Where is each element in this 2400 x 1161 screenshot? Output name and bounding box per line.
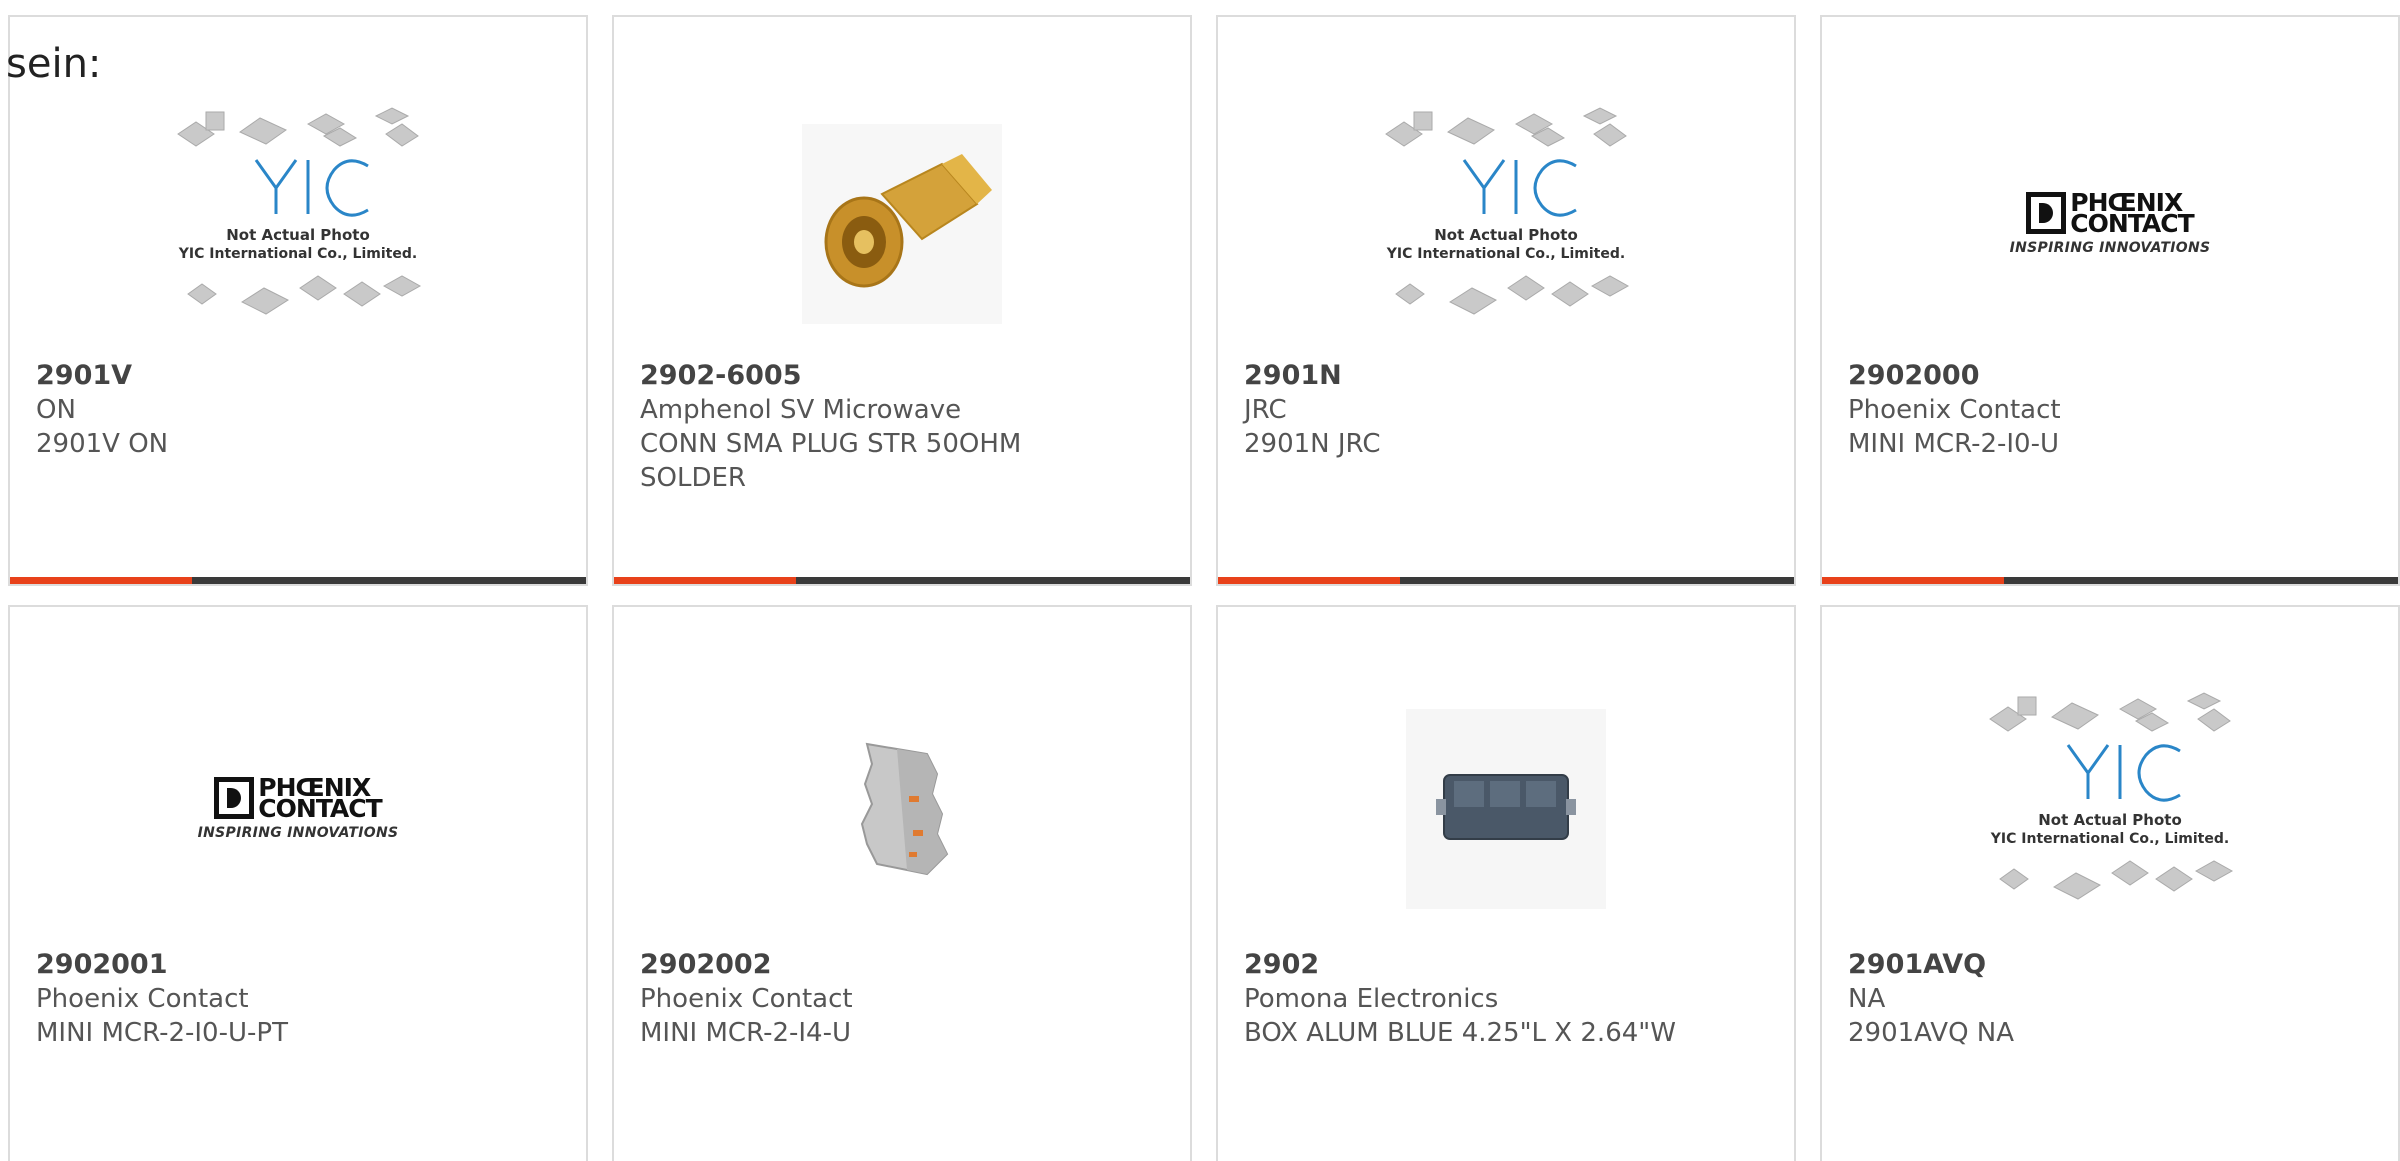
phoenix-logo: PHŒNIX CONTACT INSPIRING INNOVATIONS: [197, 775, 399, 841]
svg-text:YIC International Co., Limited: YIC International Co., Limited.: [178, 246, 417, 262]
manufacturer: Pomona Electronics: [1244, 984, 1499, 1014]
intro-text: sein:: [6, 41, 102, 87]
product-card[interactable]: 2902 Pomona Electronics BOX ALUM BLUE 4.…: [1216, 605, 1796, 1161]
product-text: 2901V ON 2901V ON: [36, 359, 566, 461]
product-text: 2902001 Phoenix Contact MINI MCR-2-I0-U-…: [36, 948, 566, 1050]
description: 2901V ON: [36, 429, 169, 459]
part-number[interactable]: 2901AVQ: [1848, 948, 2378, 982]
svg-text:Not Actual Photo: Not Actual Photo: [226, 226, 370, 244]
product-card[interactable]: 2902-6005 Amphenol SV Microwave CONN SMA…: [612, 15, 1192, 586]
logo-line2: CONTACT: [258, 794, 382, 823]
card-accent-bar: [1822, 577, 2004, 584]
product-card[interactable]: PHŒNIX CONTACT INSPIRING INNOVATIONS 290…: [1820, 15, 2400, 586]
card-bottom-bar: [10, 577, 586, 584]
product-card[interactable]: 2902002 Phoenix Contact MINI MCR-2-I4-U: [612, 605, 1192, 1161]
part-number[interactable]: 2902: [1244, 948, 1774, 982]
placeholder-icon: Not Actual Photo YIC International Co., …: [1385, 107, 1630, 315]
product-card[interactable]: PHŒNIX CONTACT INSPIRING INNOVATIONS 290…: [8, 605, 588, 1161]
phoenix-logo-mark-icon: [214, 777, 255, 819]
part-number[interactable]: 2902-6005: [640, 359, 1170, 393]
part-number[interactable]: 2902000: [1848, 359, 2378, 393]
product-grid-page: Not Actual Photo YIC International Co., …: [0, 0, 2400, 1161]
manufacturer: ON: [36, 395, 76, 425]
product-image[interactable]: PHŒNIX CONTACT INSPIRING INNOVATIONS: [10, 674, 586, 944]
placeholder-icon: Not Actual Photo YIC International Co., …: [1989, 692, 2234, 900]
svg-text:Not Actual Photo: Not Actual Photo: [2038, 811, 2182, 829]
product-card[interactable]: Not Actual Photo YIC International Co., …: [1216, 15, 1796, 586]
product-card[interactable]: Not Actual Photo YIC International Co., …: [1820, 605, 2400, 1161]
card-accent-bar: [10, 577, 192, 584]
description: 2901N JRC: [1244, 429, 1381, 459]
description: MINI MCR-2-I0-U-PT: [36, 1018, 288, 1048]
sma-connector-icon: [802, 124, 1002, 324]
product-text: 2902002 Phoenix Contact MINI MCR-2-I4-U: [640, 948, 1170, 1050]
description: BOX ALUM BLUE 4.25"L X 2.64"W: [1244, 1018, 1676, 1048]
logo-tagline: INSPIRING INNOVATIONS: [197, 825, 399, 841]
card-accent-bar: [614, 577, 796, 584]
manufacturer: Amphenol SV Microwave: [640, 395, 962, 425]
part-number[interactable]: 2901N: [1244, 359, 1774, 393]
din-module-icon: [860, 742, 949, 876]
phoenix-logo: PHŒNIX CONTACT INSPIRING INNOVATIONS: [2009, 190, 2211, 256]
product-image[interactable]: Not Actual Photo YIC International Co., …: [1218, 89, 1794, 359]
product-image[interactable]: Not Actual Photo YIC International Co., …: [10, 89, 586, 359]
product-text: 2902000 Phoenix Contact MINI MCR-2-I0-U: [1848, 359, 2378, 461]
logo-tagline: INSPIRING INNOVATIONS: [2009, 240, 2211, 256]
svg-text:YIC International Co., Limited: YIC International Co., Limited.: [1386, 246, 1625, 262]
card-bottom-bar: [1218, 577, 1794, 584]
logo-line2: CONTACT: [2070, 209, 2194, 238]
product-text: 2902 Pomona Electronics BOX ALUM BLUE 4.…: [1244, 948, 1774, 1050]
product-card[interactable]: Not Actual Photo YIC International Co., …: [8, 15, 588, 586]
product-image[interactable]: [614, 89, 1190, 359]
phoenix-logo-mark-icon: [2026, 192, 2067, 234]
card-accent-bar: [1218, 577, 1400, 584]
card-bottom-bar: [614, 577, 1190, 584]
part-number[interactable]: 2902002: [640, 948, 1170, 982]
card-bottom-bar: [1822, 577, 2398, 584]
product-image[interactable]: [1218, 674, 1794, 944]
part-number[interactable]: 2902001: [36, 948, 566, 982]
product-image[interactable]: Not Actual Photo YIC International Co., …: [1822, 674, 2398, 944]
svg-text:YIC International Co., Limited: YIC International Co., Limited.: [1990, 831, 2229, 847]
description: MINI MCR-2-I4-U: [640, 1018, 852, 1048]
manufacturer: Phoenix Contact: [36, 984, 249, 1014]
manufacturer: NA: [1848, 984, 1886, 1014]
enclosure-box-icon: [1406, 709, 1606, 909]
part-number[interactable]: 2901V: [36, 359, 566, 393]
manufacturer: Phoenix Contact: [1848, 395, 2061, 425]
description: MINI MCR-2-I0-U: [1848, 429, 2060, 459]
manufacturer: JRC: [1244, 395, 1287, 425]
product-image[interactable]: PHŒNIX CONTACT INSPIRING INNOVATIONS: [1822, 89, 2398, 359]
description: CONN SMA PLUG STR 50OHM SOLDER: [640, 429, 1022, 493]
product-text: 2902-6005 Amphenol SV Microwave CONN SMA…: [640, 359, 1170, 495]
product-text: 2901AVQ NA 2901AVQ NA: [1848, 948, 2378, 1050]
description: 2901AVQ NA: [1848, 1018, 2015, 1048]
svg-text:Not Actual Photo: Not Actual Photo: [1434, 226, 1578, 244]
placeholder-icon: Not Actual Photo YIC International Co., …: [177, 107, 422, 315]
product-text: 2901N JRC 2901N JRC: [1244, 359, 1774, 461]
product-image[interactable]: [614, 674, 1190, 944]
manufacturer: Phoenix Contact: [640, 984, 853, 1014]
